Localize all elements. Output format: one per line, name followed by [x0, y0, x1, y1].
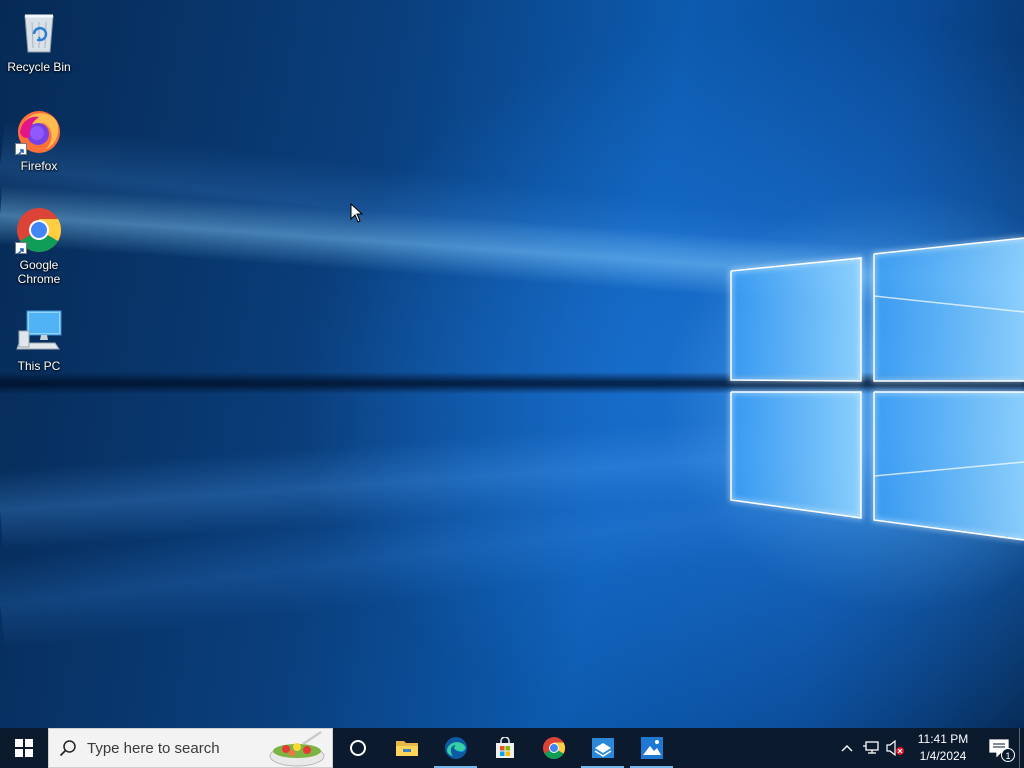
show-desktop-button[interactable]: [1019, 728, 1024, 768]
notification-count-badge: 1: [1001, 748, 1015, 762]
recycle-bin-icon: [15, 8, 63, 56]
this-pc-icon: [15, 307, 63, 355]
icon-label: This PC: [17, 359, 61, 373]
desktop-icon-google-chrome[interactable]: Google Chrome: [6, 206, 72, 286]
edge-icon: [444, 737, 467, 759]
action-center-button[interactable]: 1: [979, 728, 1019, 768]
cortana-circle-icon: [349, 740, 366, 756]
task-view-button[interactable]: [333, 728, 382, 768]
photos-icon: [640, 737, 663, 759]
volume-muted-icon: [886, 740, 904, 756]
search-input[interactable]: [87, 739, 257, 757]
icon-label: Recycle Bin: [7, 60, 71, 74]
icon-label: Firefox: [20, 159, 58, 173]
show-hidden-icons-button[interactable]: [835, 728, 859, 768]
horizon-shadow: [0, 372, 1024, 394]
taskbar: 11:41 PM 1/4/2024 1: [0, 728, 1024, 768]
network-status-button[interactable]: [859, 728, 883, 768]
blue-app-icon: [591, 738, 614, 758]
taskbar-blue-app[interactable]: [578, 728, 627, 768]
taskbar-photos[interactable]: [627, 728, 676, 768]
search-highlight-salad-icon: [269, 730, 325, 767]
start-button[interactable]: [0, 728, 48, 768]
desktop-icon-this-pc[interactable]: This PC: [6, 307, 72, 373]
windows-logo-graphic: [730, 237, 1024, 541]
mouse-cursor-icon: [350, 203, 364, 223]
taskbar-search-box[interactable]: [48, 728, 333, 768]
folder-icon: [395, 741, 418, 756]
desktop-background[interactable]: Recycle Bin Firefox Google Chrome This P…: [0, 0, 1024, 728]
taskbar-file-explorer[interactable]: [382, 728, 431, 768]
store-bag-icon: [495, 737, 514, 758]
light-beam: [0, 185, 1024, 326]
taskbar-google-chrome[interactable]: [529, 728, 578, 768]
chevron-up-icon: [841, 745, 853, 752]
desktop-icon-recycle-bin[interactable]: Recycle Bin: [6, 8, 72, 74]
chrome-icon: [15, 206, 63, 255]
volume-button[interactable]: [883, 728, 907, 768]
taskbar-microsoft-edge[interactable]: [431, 728, 480, 768]
clock[interactable]: 11:41 PM 1/4/2024: [913, 731, 973, 765]
desktop-icon-firefox[interactable]: Firefox: [6, 107, 72, 173]
network-icon: [863, 741, 879, 754]
firefox-icon: [15, 107, 63, 156]
clock-date: 1/4/2024: [919, 749, 967, 763]
search-icon: [49, 739, 87, 757]
chrome-icon: [542, 737, 565, 759]
windows-start-icon: [15, 739, 33, 757]
taskbar-microsoft-store[interactable]: [480, 728, 529, 768]
light-beam: [0, 420, 1024, 650]
shortcut-arrow-icon: [15, 143, 27, 156]
shortcut-arrow-icon: [15, 242, 27, 255]
system-tray: 11:41 PM 1/4/2024 1: [835, 728, 1024, 768]
light-beam: [0, 120, 1024, 350]
clock-time: 11:41 PM: [917, 732, 969, 746]
icon-label: Google Chrome: [17, 258, 61, 286]
light-beam: [0, 389, 1024, 550]
